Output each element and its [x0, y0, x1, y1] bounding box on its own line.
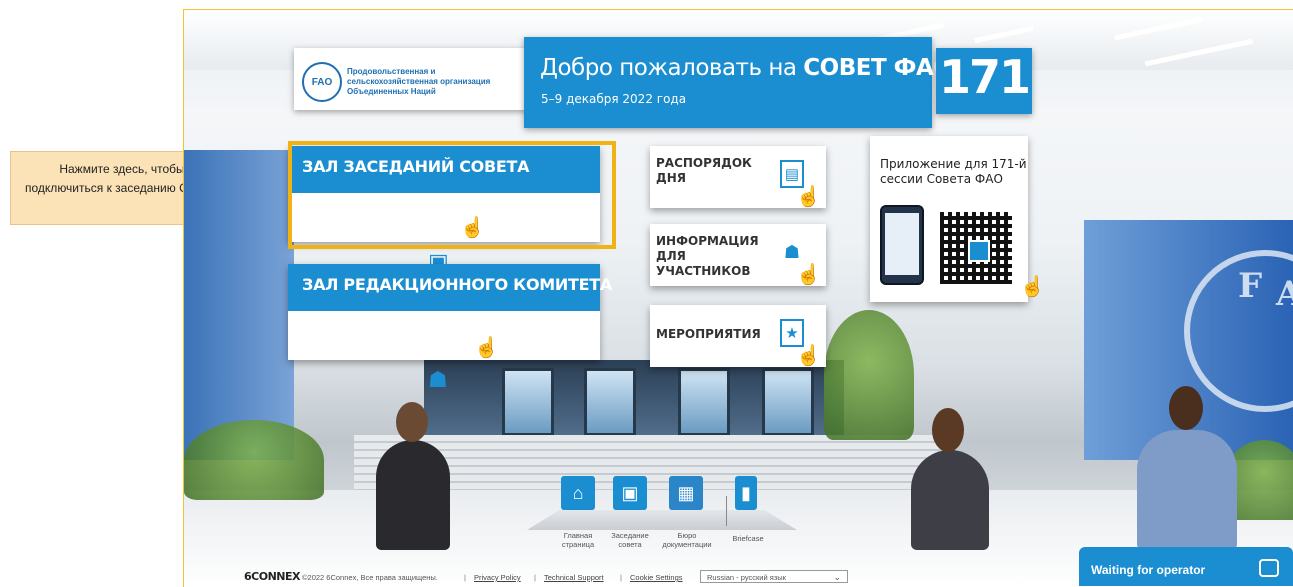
privacy-policy-link[interactable]: Privacy Policy: [474, 573, 521, 582]
drafting-committee-label: ЗАЛ РЕДАКЦИОННОГО КОМИТЕТА: [302, 275, 612, 294]
nav-home-label[interactable]: Главная страница: [554, 531, 602, 549]
pointer-hand-icon: ☝: [796, 345, 821, 367]
conference-icon[interactable]: ▣: [613, 476, 647, 510]
chat-status: Waiting for operator: [1091, 563, 1206, 577]
person-head: [1169, 386, 1203, 430]
drafting-committee-body: ☗ ☝: [288, 311, 600, 392]
plant: [824, 310, 914, 440]
events-label: МЕРОПРИЯТИЯ: [656, 327, 761, 341]
footer-separator: |: [620, 573, 622, 582]
event-dates: 5–9 декабря 2022 года: [541, 92, 687, 106]
virtual-lobby: FA FAO Продовольственная и сельскохозяйс…: [183, 9, 1293, 587]
pointer-hand-icon: ☝: [474, 337, 499, 359]
qr-center-logo: [968, 240, 990, 262]
brand-logo: 6CONNEX: [244, 570, 301, 583]
events-card[interactable]: МЕРОПРИЯТИЯ ★ ☝: [650, 305, 826, 367]
person-figure: [1137, 430, 1237, 550]
person-figure: [376, 440, 450, 550]
lobby-window: [502, 368, 554, 436]
language-value: Russian - русский язык: [707, 573, 786, 582]
chat-widget[interactable]: Waiting for operator: [1079, 547, 1293, 586]
fao-emblem-icon: FAO: [302, 62, 342, 102]
nav-separator: [726, 496, 727, 526]
footer-separator: |: [464, 573, 466, 582]
drafting-committee-header: ЗАЛ РЕДАКЦИОННОГО КОМИТЕТА: [288, 264, 612, 311]
footer: 6CONNEX ©2022 6Connex, Все права защищен…: [184, 568, 1084, 587]
participants-info-card[interactable]: ИНФОРМАЦИЯ ДЛЯ УЧАСТНИКОВ ☗ ☝: [650, 224, 826, 286]
participants-info-label: ИНФОРМАЦИЯ ДЛЯ УЧАСТНИКОВ: [656, 234, 759, 278]
nav-platform: [527, 510, 797, 530]
pointer-hand-icon: ☝: [1020, 276, 1045, 298]
plant: [184, 420, 324, 500]
chat-bubble-icon[interactable]: [1259, 559, 1279, 577]
language-select[interactable]: Russian - русский язык ⌄: [700, 570, 848, 583]
person-head: [396, 402, 428, 442]
lobby-window: [762, 368, 814, 436]
nav-council-label[interactable]: Заседание совета: [608, 531, 652, 549]
copyright: ©2022 6Connex, Все права защищены.: [302, 573, 438, 582]
lobby-window: [678, 368, 730, 436]
welcome-prefix: Добро пожаловать на: [540, 55, 804, 81]
agenda-card[interactable]: РАСПОРЯДОК ДНЯ ▤ ☝: [650, 146, 826, 208]
left-wall: [184, 150, 294, 460]
person-head: [932, 408, 964, 452]
home-icon[interactable]: ⌂: [561, 476, 595, 510]
mobile-app-card[interactable]: Приложение для 171-й сессии Совета ФАО ☝: [870, 136, 1045, 302]
org-name: Продовольственная и сельскохозяйственная…: [347, 67, 491, 96]
group-icon: ☗: [428, 367, 448, 392]
welcome-title: Добро пожаловать на СОВЕТ ФАО: [540, 55, 953, 81]
nav-briefcase-label[interactable]: Briefcase: [728, 534, 768, 543]
footer-separator: |: [534, 573, 536, 582]
person-figure: [911, 450, 989, 550]
pointer-hand-icon: ☝: [796, 186, 821, 208]
drafting-committee-button[interactable]: ЗАЛ РЕДАКЦИОННОГО КОМИТЕТА ☗ ☝: [288, 264, 612, 392]
session-number: 171: [938, 50, 1031, 104]
phone-icon: [880, 205, 924, 285]
phone-screen: [885, 213, 919, 275]
chevron-down-icon: ⌄: [833, 572, 841, 582]
council-hall-highlight: [288, 141, 616, 249]
technical-support-link[interactable]: Technical Support: [544, 573, 604, 582]
agenda-label: РАСПОРЯДОК ДНЯ: [656, 156, 752, 185]
lobby-window: [584, 368, 636, 436]
briefcase-icon[interactable]: ▮: [735, 476, 757, 510]
pointer-hand-icon: ☝: [796, 264, 821, 286]
welcome-banner: [524, 37, 932, 128]
nav-documents-label[interactable]: Бюро документации: [660, 531, 714, 549]
documents-icon[interactable]: ▦: [669, 476, 703, 510]
cookie-settings-link[interactable]: Cookie Settings: [630, 573, 683, 582]
welcome-bold: СОВЕТ ФАО: [803, 55, 953, 81]
app-card-title: Приложение для 171-й сессии Совета ФАО: [880, 157, 1027, 186]
